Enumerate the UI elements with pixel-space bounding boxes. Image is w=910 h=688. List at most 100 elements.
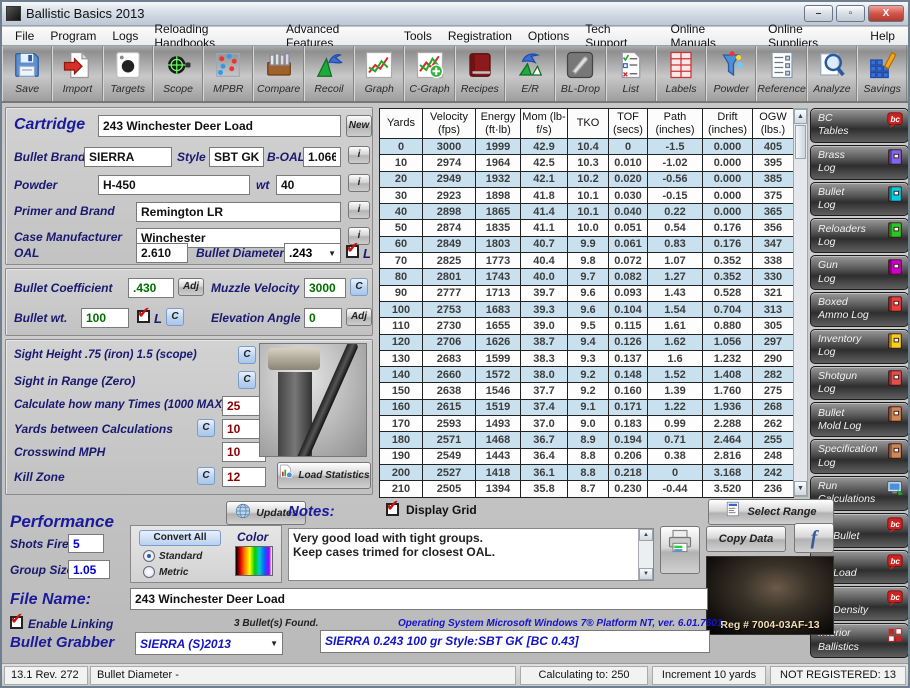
- wt-calc-button[interactable]: C: [166, 308, 184, 326]
- sidebar-brass-log-button[interactable]: BrassLog: [810, 145, 909, 180]
- table-cell: 1493: [476, 416, 521, 432]
- menu-item-help[interactable]: Help: [863, 28, 902, 44]
- toolbar-e-r-button[interactable]: E/R: [505, 46, 555, 101]
- sidebar-bullet-mold-log-button[interactable]: BulletMold Log: [810, 402, 909, 437]
- scroll-up-icon[interactable]: ▲: [639, 529, 653, 541]
- enable-linking-checkbox[interactable]: ✔: [10, 616, 23, 629]
- menu-item-file[interactable]: File: [8, 28, 41, 44]
- shots-fired-input[interactable]: [68, 534, 104, 553]
- sidebar-gun-log-button[interactable]: GunLog: [810, 255, 909, 290]
- select-range-button[interactable]: Select Range: [708, 499, 834, 525]
- menu-item-registration[interactable]: Registration: [441, 28, 519, 44]
- sidebar-button-label: BrassLog: [818, 149, 886, 175]
- file-name-input[interactable]: [130, 588, 708, 610]
- powder-wt-input[interactable]: [276, 175, 341, 195]
- style-input[interactable]: [209, 147, 264, 167]
- table-row: 902777171339.79.60.0931.430.528321: [380, 285, 794, 301]
- toolbar-targets-button[interactable]: Targets: [103, 46, 153, 101]
- toolbar-list-button[interactable]: List: [606, 46, 656, 101]
- primer-input[interactable]: [136, 202, 341, 222]
- yards-calc-button[interactable]: C: [197, 419, 215, 437]
- toolbar-mpbr-button[interactable]: MPBR: [203, 46, 253, 101]
- primer-info-button[interactable]: i: [348, 201, 370, 219]
- bullet-grabber-source-dropdown[interactable]: SIERRA (S)2013▼: [135, 632, 283, 655]
- bc-adj-button[interactable]: Adj: [178, 278, 204, 296]
- toolbar-scope-button[interactable]: Scope: [153, 46, 203, 101]
- elev-adj-button[interactable]: Adj: [346, 308, 372, 326]
- muzzle-velocity-input[interactable]: [304, 278, 346, 298]
- table-cell: 1743: [476, 269, 521, 285]
- facebook-button[interactable]: f: [794, 523, 834, 553]
- convert-all-button[interactable]: Convert All: [139, 530, 221, 546]
- load-statistics-label: Load Statistics: [298, 470, 369, 481]
- scroll-down-icon[interactable]: ▼: [794, 481, 807, 496]
- sidebar-bc-tables-button[interactable]: BCTablesbc: [810, 108, 909, 143]
- diameter-lock-checkbox[interactable]: ✔: [346, 245, 359, 258]
- toolbar-compare-button[interactable]: Compare: [253, 46, 303, 101]
- table-cell: 0.352: [703, 269, 753, 285]
- new-button[interactable]: New: [346, 115, 372, 137]
- scroll-up-icon[interactable]: ▲: [794, 109, 807, 124]
- toolbar-savings-button[interactable]: Savings: [857, 46, 907, 101]
- notes-box: Very good load with tight groups. Keep c…: [288, 528, 654, 581]
- metric-radio[interactable]: [143, 566, 155, 578]
- toolbar-labels-button[interactable]: Labels: [656, 46, 706, 101]
- sidebar-button-label: InventoryLog: [818, 333, 886, 359]
- killzone-calc-button[interactable]: C: [197, 467, 215, 485]
- bullet-wt-input[interactable]: [81, 308, 129, 328]
- cartridge-name-input[interactable]: [98, 115, 341, 137]
- table-scrollbar[interactable]: ▲ ▼: [793, 108, 808, 497]
- oal-input[interactable]: [136, 243, 188, 263]
- mv-calc-button[interactable]: C: [350, 278, 368, 296]
- scroll-down-icon[interactable]: ▼: [639, 568, 653, 580]
- toolbar-save-button[interactable]: Save: [2, 46, 52, 101]
- notes-textarea[interactable]: Very good load with tight groups. Keep c…: [289, 529, 637, 578]
- sidebar-shotgun-log-button[interactable]: ShotgunLog: [810, 366, 909, 401]
- toolbar-import-button[interactable]: Import: [52, 46, 102, 101]
- toolbar-recoil-button[interactable]: Recoil: [304, 46, 354, 101]
- powder-input[interactable]: [98, 175, 250, 195]
- sidebar-boxed-ammo-log-button[interactable]: BoxedAmmo Log: [810, 292, 909, 327]
- sidebar-bullet-log-button[interactable]: BulletLog: [810, 182, 909, 217]
- kill-zone-input[interactable]: [222, 467, 266, 487]
- copy-data-button[interactable]: Copy Data: [706, 526, 786, 552]
- bullet-wt-lock-checkbox[interactable]: ✔: [137, 310, 150, 323]
- table-cell: 1519: [476, 399, 521, 415]
- scroll-thumb[interactable]: [795, 125, 806, 159]
- elevation-angle-input[interactable]: [304, 308, 342, 328]
- toolbar-reference-button[interactable]: Reference: [756, 46, 806, 101]
- bullet-diameter-dropdown[interactable]: .243▼: [284, 243, 341, 263]
- close-button[interactable]: X: [868, 5, 904, 22]
- bldrop-icon: [565, 50, 595, 80]
- sight-range-calc-button[interactable]: C: [238, 371, 256, 389]
- maximize-button[interactable]: ▫: [836, 5, 865, 22]
- notes-scrollbar[interactable]: ▲ ▼: [638, 529, 653, 580]
- menu-item-tools[interactable]: Tools: [397, 28, 439, 44]
- toolbar-c-graph-button[interactable]: C-Graph: [404, 46, 454, 101]
- menu-item-options[interactable]: Options: [521, 28, 576, 44]
- sidebar-reloaders-log-button[interactable]: ReloadersLog: [810, 218, 909, 253]
- load-statistics-button[interactable]: Load Statistics: [277, 462, 371, 489]
- standard-radio[interactable]: [143, 550, 155, 562]
- sidebar-specification-log-button[interactable]: SpecificationLog: [810, 439, 909, 474]
- toolbar-graph-button[interactable]: Graph: [354, 46, 404, 101]
- powder-info-button[interactable]: i: [348, 174, 370, 192]
- boal-input[interactable]: [303, 147, 341, 167]
- bullet-brand-input[interactable]: [84, 147, 172, 167]
- menu-item-logs[interactable]: Logs: [105, 28, 145, 44]
- toolbar-recipes-button[interactable]: Recipes: [455, 46, 505, 101]
- menu-item-program[interactable]: Program: [43, 28, 103, 44]
- minimize-button[interactable]: –: [804, 5, 833, 22]
- bullet-coefficient-input[interactable]: [128, 278, 174, 298]
- table-cell: 0.99: [648, 416, 703, 432]
- color-swatch[interactable]: [235, 546, 273, 576]
- toolbar-bl-drop-button[interactable]: BL-Drop: [555, 46, 605, 101]
- bullet-info-button[interactable]: i: [348, 146, 370, 164]
- sidebar-inventory-log-button[interactable]: InventoryLog: [810, 329, 909, 364]
- display-grid-checkbox[interactable]: ✔: [386, 503, 399, 516]
- print-button[interactable]: [660, 526, 700, 574]
- sight-height-calc-button[interactable]: C: [238, 346, 256, 364]
- toolbar-analyze-button[interactable]: Analyze: [807, 46, 857, 101]
- group-size-input[interactable]: [68, 560, 110, 579]
- toolbar-powder-button[interactable]: Powder: [706, 46, 756, 101]
